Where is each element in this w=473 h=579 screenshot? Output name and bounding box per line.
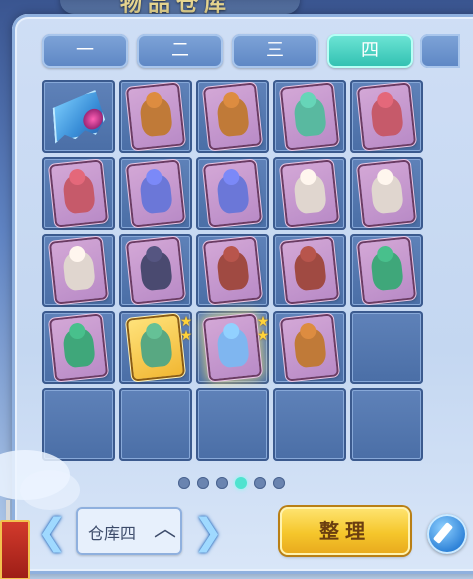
page-indicator (178, 474, 292, 489)
inventory-slot[interactable] (350, 157, 423, 230)
page-dot[interactable] (235, 477, 247, 489)
page-dot[interactable] (178, 477, 190, 489)
empty-slot[interactable] (42, 388, 115, 461)
lion-dancer-card-icon (128, 84, 183, 149)
right-arrow-icon[interactable]: ❯ (188, 511, 228, 555)
dragon-card-icon (359, 238, 414, 303)
character-figure (215, 96, 250, 137)
character-figure (292, 250, 327, 291)
empty-slot[interactable] (350, 388, 423, 461)
page-dot[interactable] (273, 477, 285, 489)
warehouse-label: 仓库四 (88, 524, 137, 543)
tab-4[interactable]: 四 (327, 34, 413, 68)
inventory-slot[interactable] (42, 80, 115, 153)
inventory-slot[interactable] (42, 157, 115, 230)
dragon-card-icon (51, 315, 106, 380)
character-figure (215, 250, 250, 291)
character-figure (138, 327, 173, 368)
left-arrow-icon[interactable]: ❮ (32, 511, 72, 555)
character-figure (61, 327, 96, 368)
character-figure (369, 250, 404, 291)
star-rank-icon: ★ ★ (256, 314, 270, 344)
banner-flag-icon (0, 520, 30, 579)
red-warrior-card-icon (359, 84, 414, 149)
character-figure (369, 173, 404, 214)
character-figure (138, 250, 173, 291)
blue-spirit-card-icon (205, 161, 260, 226)
character-figure (215, 173, 250, 214)
inventory-slot[interactable] (196, 80, 269, 153)
inventory-slot[interactable] (196, 157, 269, 230)
inventory-slot[interactable] (273, 234, 346, 307)
sort-button[interactable]: 整理 (280, 507, 410, 555)
inventory-slot[interactable] (273, 311, 346, 384)
star-rank-icon: ★ ★ (179, 314, 193, 344)
empty-slot[interactable] (350, 311, 423, 384)
character-figure (292, 327, 327, 368)
blue-spirit-card-icon (128, 161, 183, 226)
golden-fairy-card-icon (128, 315, 183, 380)
inventory-slot[interactable]: ★ ★ (119, 311, 192, 384)
lion-dancer-card-icon (205, 84, 260, 149)
inventory-slot[interactable] (350, 80, 423, 153)
page-dot[interactable] (216, 477, 228, 489)
cloud-decoration (20, 470, 80, 510)
inventory-slot[interactable] (273, 157, 346, 230)
character-figure (215, 327, 250, 368)
character-figure (138, 173, 173, 214)
fairy-card-icon (282, 84, 337, 149)
inventory-slot[interactable] (119, 157, 192, 230)
tab-2[interactable]: 二 (137, 34, 223, 68)
empty-slot[interactable] (119, 388, 192, 461)
empty-slot[interactable] (273, 388, 346, 461)
character-figure (61, 173, 96, 214)
inventory-slot[interactable] (119, 80, 192, 153)
item-grid: ★ ★ ★ ★ (42, 80, 426, 464)
inventory-slot[interactable] (42, 234, 115, 307)
page-dot[interactable] (197, 477, 209, 489)
pencil-icon (432, 522, 454, 544)
edit-button[interactable] (427, 514, 467, 554)
winged-dancer-card-icon (282, 161, 337, 226)
character-figure (61, 250, 96, 291)
dark-swordsman-card-icon (128, 238, 183, 303)
tab-3[interactable]: 三 (232, 34, 318, 68)
game-screen: 物品仓库 一 二 三 四 ★ ★ ★ ★ ❮ 仓库四 ︿ ❯ 整理 (0, 0, 473, 579)
armored-demon-card-icon (282, 238, 337, 303)
fragment-icon (52, 88, 106, 143)
character-figure (138, 96, 173, 137)
inventory-slot[interactable]: ★ ★ (196, 311, 269, 384)
warehouse-selector[interactable]: 仓库四 ︿ (76, 507, 182, 555)
water-spirit-card-icon (205, 315, 260, 380)
inventory-slot[interactable] (119, 234, 192, 307)
character-figure (369, 96, 404, 137)
inventory-slot[interactable] (350, 234, 423, 307)
winged-dancer-card-icon (359, 161, 414, 226)
tab-1[interactable]: 一 (42, 34, 128, 68)
empty-slot[interactable] (196, 388, 269, 461)
gem-icon (83, 107, 104, 131)
character-figure (292, 173, 327, 214)
lion-dancer-card-icon (282, 315, 337, 380)
inventory-slot[interactable] (42, 311, 115, 384)
tab-more[interactable] (420, 34, 460, 68)
inventory-slot[interactable] (196, 234, 269, 307)
page-dot[interactable] (254, 477, 266, 489)
character-figure (292, 96, 327, 137)
inventory-slot[interactable] (273, 80, 346, 153)
armored-demon-card-icon (205, 238, 260, 303)
winged-dancer-card-icon (51, 238, 106, 303)
chevron-up-icon: ︿ (154, 517, 177, 542)
red-warrior-card-icon (51, 161, 106, 226)
